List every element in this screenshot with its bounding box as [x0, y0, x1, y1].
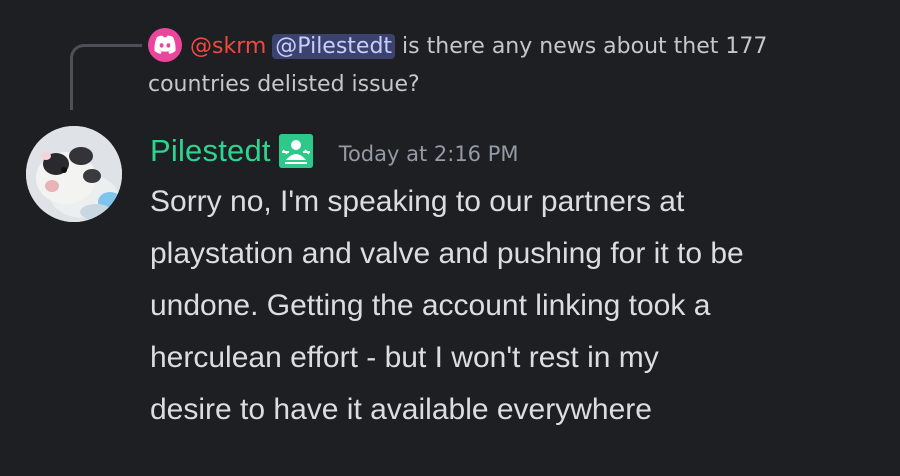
message-content: Sorry no, I'm speaking to our partners a… [150, 176, 870, 436]
avatar[interactable] [26, 126, 122, 222]
moderator-role-icon[interactable] [278, 134, 313, 168]
message-header: Pilestedt Today at 2:16 PM [150, 126, 519, 176]
timestamp: Today at 2:16 PM [338, 142, 519, 166]
reply-author[interactable]: @skrm [190, 34, 266, 59]
avatar-image [26, 126, 122, 222]
author-name[interactable]: Pilestedt [150, 133, 271, 169]
reply-mention[interactable]: @Pilestedt [272, 34, 396, 59]
reply-text-line1: is there any news about thet 177 [395, 34, 768, 59]
content-line: Sorry no, I'm speaking to our partners a… [150, 185, 685, 218]
content-line: herculean effort - but I won't rest in m… [150, 341, 659, 374]
content-line: playstation and valve and pushing for it… [150, 237, 744, 270]
discord-logo-icon[interactable] [148, 28, 182, 62]
reply-text-line2: countries delisted issue? [148, 72, 420, 97]
chat-message: @skrm @Pilestedt is there any news about … [0, 0, 900, 476]
reply-preview[interactable]: @skrm @Pilestedt is there any news about … [148, 28, 888, 104]
content-line: desire to have it available everywhere [150, 393, 652, 426]
reply-connector [70, 44, 142, 110]
content-line: undone. Getting the account linking took… [150, 289, 711, 322]
